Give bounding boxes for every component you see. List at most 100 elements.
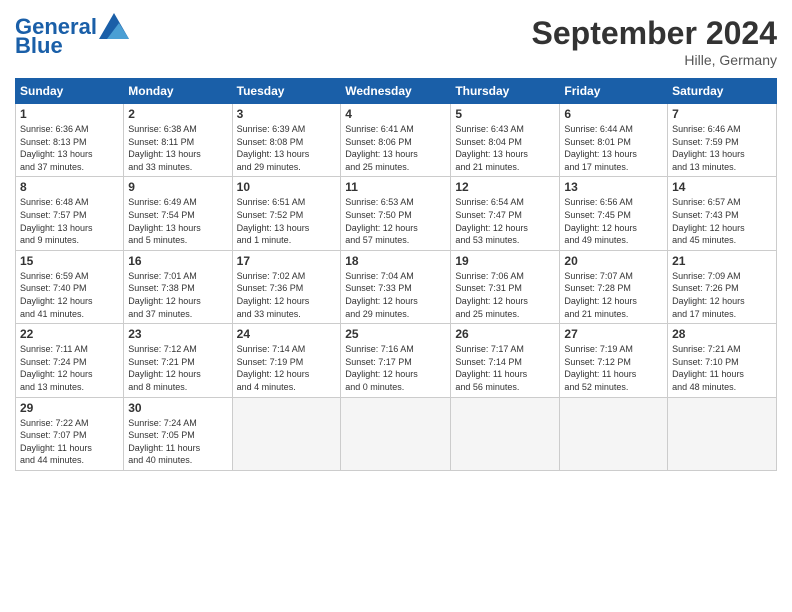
day-info: Sunrise: 7:22 AM Sunset: 7:07 PM Dayligh… [20,417,119,467]
day-number: 27 [564,327,663,341]
day-number: 21 [672,254,772,268]
day-number: 13 [564,180,663,194]
col-sunday: Sunday [16,79,124,104]
day-info: Sunrise: 7:02 AM Sunset: 7:36 PM Dayligh… [237,270,337,320]
day-info: Sunrise: 7:01 AM Sunset: 7:38 PM Dayligh… [128,270,227,320]
table-row [451,397,560,470]
day-info: Sunrise: 6:48 AM Sunset: 7:57 PM Dayligh… [20,196,119,246]
day-info: Sunrise: 6:38 AM Sunset: 8:11 PM Dayligh… [128,123,227,173]
logo-blue: Blue [15,35,63,57]
logo: General Blue [15,15,129,57]
table-row [560,397,668,470]
day-number: 22 [20,327,119,341]
day-number: 2 [128,107,227,121]
table-row: 24 Sunrise: 7:14 AM Sunset: 7:19 PM Dayli… [232,324,341,397]
table-row: 3 Sunrise: 6:39 AM Sunset: 8:08 PM Daylig… [232,104,341,177]
day-info: Sunrise: 6:56 AM Sunset: 7:45 PM Dayligh… [564,196,663,246]
table-row [668,397,777,470]
day-number: 23 [128,327,227,341]
table-row [232,397,341,470]
day-number: 25 [345,327,446,341]
day-number: 1 [20,107,119,121]
day-info: Sunrise: 6:44 AM Sunset: 8:01 PM Dayligh… [564,123,663,173]
calendar-table: Sunday Monday Tuesday Wednesday Thursday… [15,78,777,471]
col-friday: Friday [560,79,668,104]
table-row: 2 Sunrise: 6:38 AM Sunset: 8:11 PM Daylig… [124,104,232,177]
table-row: 22Sunrise: 7:11 AM Sunset: 7:24 PM Dayli… [16,324,124,397]
day-info: Sunrise: 7:24 AM Sunset: 7:05 PM Dayligh… [128,417,227,467]
table-row: 12 Sunrise: 6:54 AM Sunset: 7:47 PM Dayli… [451,177,560,250]
day-number: 29 [20,401,119,415]
day-info: Sunrise: 6:36 AM Sunset: 8:13 PM Dayligh… [20,123,119,173]
table-row: 27 Sunrise: 7:19 AM Sunset: 7:12 PM Dayli… [560,324,668,397]
title-block: September 2024 Hille, Germany [532,15,777,68]
table-row: 9 Sunrise: 6:49 AM Sunset: 7:54 PM Daylig… [124,177,232,250]
table-row: 15 Sunrise: 6:59 AM Sunset: 7:40 PM Dayli… [16,250,124,323]
day-info: Sunrise: 6:51 AM Sunset: 7:52 PM Dayligh… [237,196,337,246]
col-saturday: Saturday [668,79,777,104]
day-number: 14 [672,180,772,194]
table-row: 1 Sunrise: 6:36 AM Sunset: 8:13 PM Daylig… [16,104,124,177]
table-row: 20 Sunrise: 7:07 AM Sunset: 7:28 PM Dayli… [560,250,668,323]
day-number: 24 [237,327,337,341]
day-info: Sunrise: 7:04 AM Sunset: 7:33 PM Dayligh… [345,270,446,320]
day-number: 18 [345,254,446,268]
day-info: Sunrise: 6:39 AM Sunset: 8:08 PM Dayligh… [237,123,337,173]
col-tuesday: Tuesday [232,79,341,104]
day-info: Sunrise: 7:17 AM Sunset: 7:14 PM Dayligh… [455,343,555,393]
col-thursday: Thursday [451,79,560,104]
table-row: 23 Sunrise: 7:12 AM Sunset: 7:21 PM Dayli… [124,324,232,397]
day-info: Sunrise: 7:09 AM Sunset: 7:26 PM Dayligh… [672,270,772,320]
month-title: September 2024 [532,15,777,52]
day-info: Sunrise: 6:46 AM Sunset: 7:59 PM Dayligh… [672,123,772,173]
day-info: Sunrise: 7:14 AM Sunset: 7:19 PM Dayligh… [237,343,337,393]
day-number: 16 [128,254,227,268]
table-row: 30 Sunrise: 7:24 AM Sunset: 7:05 PM Dayli… [124,397,232,470]
table-row: 10 Sunrise: 6:51 AM Sunset: 7:52 PM Dayli… [232,177,341,250]
day-info: Sunrise: 7:21 AM Sunset: 7:10 PM Dayligh… [672,343,772,393]
day-number: 30 [128,401,227,415]
table-row: 28 Sunrise: 7:21 AM Sunset: 7:10 PM Dayli… [668,324,777,397]
day-info: Sunrise: 7:19 AM Sunset: 7:12 PM Dayligh… [564,343,663,393]
day-number: 9 [128,180,227,194]
day-number: 7 [672,107,772,121]
table-row: 14 Sunrise: 6:57 AM Sunset: 7:43 PM Dayli… [668,177,777,250]
day-number: 6 [564,107,663,121]
header: General Blue September 2024 Hille, Germa… [15,15,777,68]
day-number: 12 [455,180,555,194]
day-number: 28 [672,327,772,341]
day-number: 10 [237,180,337,194]
table-row: 7 Sunrise: 6:46 AM Sunset: 7:59 PM Daylig… [668,104,777,177]
day-number: 15 [20,254,119,268]
day-number: 11 [345,180,446,194]
table-row: 16 Sunrise: 7:01 AM Sunset: 7:38 PM Dayli… [124,250,232,323]
table-row: 5 Sunrise: 6:43 AM Sunset: 8:04 PM Daylig… [451,104,560,177]
day-info: Sunrise: 6:57 AM Sunset: 7:43 PM Dayligh… [672,196,772,246]
day-number: 3 [237,107,337,121]
day-info: Sunrise: 6:49 AM Sunset: 7:54 PM Dayligh… [128,196,227,246]
table-row: 18 Sunrise: 7:04 AM Sunset: 7:33 PM Dayli… [341,250,451,323]
day-info: Sunrise: 6:54 AM Sunset: 7:47 PM Dayligh… [455,196,555,246]
location-subtitle: Hille, Germany [532,52,777,68]
table-row: 26 Sunrise: 7:17 AM Sunset: 7:14 PM Dayli… [451,324,560,397]
table-row: 8 Sunrise: 6:48 AM Sunset: 7:57 PM Daylig… [16,177,124,250]
day-number: 26 [455,327,555,341]
day-info: Sunrise: 6:43 AM Sunset: 8:04 PM Dayligh… [455,123,555,173]
day-info: Sunrise: 7:07 AM Sunset: 7:28 PM Dayligh… [564,270,663,320]
day-info: Sunrise: 7:12 AM Sunset: 7:21 PM Dayligh… [128,343,227,393]
table-row: 11Sunrise: 6:53 AM Sunset: 7:50 PM Dayli… [341,177,451,250]
day-number: 20 [564,254,663,268]
table-row: 4Sunrise: 6:41 AM Sunset: 8:06 PM Daylig… [341,104,451,177]
table-row: 17 Sunrise: 7:02 AM Sunset: 7:36 PM Dayli… [232,250,341,323]
col-wednesday: Wednesday [341,79,451,104]
day-number: 8 [20,180,119,194]
day-number: 4 [345,107,446,121]
day-number: 5 [455,107,555,121]
day-info: Sunrise: 7:16 AM Sunset: 7:17 PM Dayligh… [345,343,446,393]
day-number: 17 [237,254,337,268]
day-number: 19 [455,254,555,268]
table-row: 6 Sunrise: 6:44 AM Sunset: 8:01 PM Daylig… [560,104,668,177]
table-row [341,397,451,470]
page: General Blue September 2024 Hille, Germa… [0,0,792,481]
day-info: Sunrise: 6:59 AM Sunset: 7:40 PM Dayligh… [20,270,119,320]
